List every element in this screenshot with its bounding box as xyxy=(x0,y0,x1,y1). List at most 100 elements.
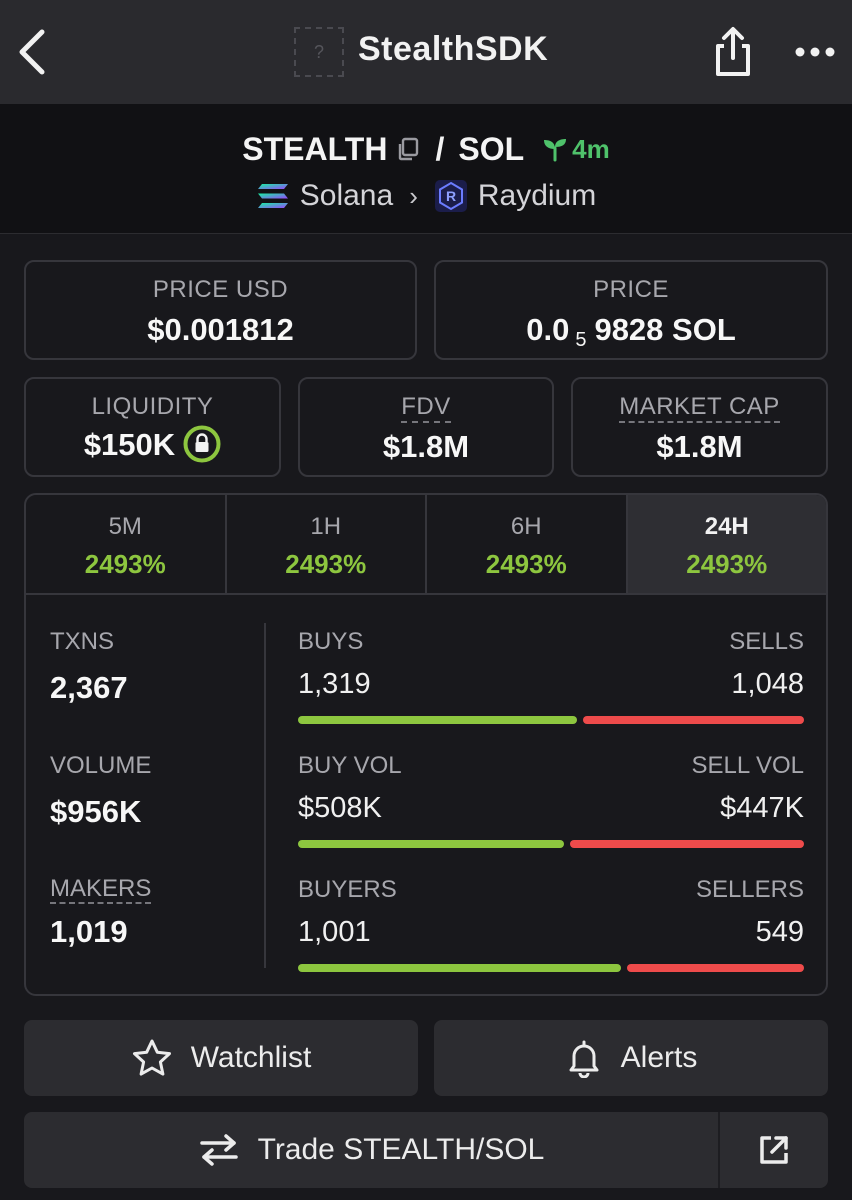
buys-sells-row: BUYS SELLS 1,319 1,048 xyxy=(298,628,804,724)
tab-change: 2493% xyxy=(686,549,768,579)
txns-value: 2,367 xyxy=(50,670,128,705)
watchlist-button[interactable]: Watchlist xyxy=(24,1020,418,1096)
price-usd-card: PRICE USD $0.001812 xyxy=(24,260,417,360)
base-token-symbol: STEALTH xyxy=(242,130,388,167)
more-dots-icon xyxy=(795,47,835,57)
buyers-value: 1,001 xyxy=(298,916,371,948)
alerts-button[interactable]: Alerts xyxy=(434,1020,828,1096)
chevron-left-icon xyxy=(19,29,45,75)
price-native-value: 0.0 5 9828 SOL xyxy=(436,312,826,352)
bell-icon xyxy=(569,1040,599,1078)
price-prefix: 0.0 xyxy=(526,312,570,347)
tab-change: 2493% xyxy=(285,549,367,579)
lock-icon[interactable] xyxy=(183,425,221,463)
pair-header: STEALTH / SOL 4m Solana › R Raydium xyxy=(0,104,852,234)
txns-label: TXNS xyxy=(50,628,115,655)
timeframe-tabs: 5M 2493% 1H 2493% 6H 2493% 24H 2493% xyxy=(26,495,826,595)
open-external-button[interactable] xyxy=(720,1112,828,1188)
price-zero-count: 5 xyxy=(575,329,587,351)
trade-label: Trade STEALTH/SOL xyxy=(257,1133,545,1166)
share-icon xyxy=(716,27,750,76)
copy-icon[interactable] xyxy=(395,136,421,162)
tab-label: 6H xyxy=(510,513,542,540)
makers-stat[interactable]: MAKERS 1,019 xyxy=(50,875,152,950)
chevron-right-icon: › xyxy=(409,180,418,211)
buyers-sellers-row: BUYERS SELLERS 1,001 549 xyxy=(298,876,804,972)
alerts-label: Alerts xyxy=(620,1041,698,1074)
sellers-value: 549 xyxy=(755,916,804,948)
liquidity-value-row: $150K xyxy=(26,425,279,463)
liquidity-label: LIQUIDITY xyxy=(91,393,214,420)
makers-value: 1,019 xyxy=(50,914,128,949)
market-cap-value: $1.8M xyxy=(656,429,743,464)
tab-6h[interactable]: 6H 2493% xyxy=(427,495,628,593)
quote-token-symbol: SOL xyxy=(458,130,525,167)
market-cap-label: MARKET CAP xyxy=(573,393,826,423)
pair-title-row: STEALTH / SOL 4m xyxy=(0,128,852,170)
more-options-button[interactable] xyxy=(790,30,840,74)
sellers-label: SELLERS xyxy=(695,876,804,903)
sell-vol-label: SELL VOL xyxy=(691,752,804,779)
volume-ratio-bar xyxy=(298,840,804,848)
price-suffix: 9828 SOL xyxy=(594,312,736,347)
sell-bar xyxy=(570,840,804,848)
price-usd-label: PRICE USD xyxy=(152,276,289,303)
token-logo-placeholder: ? xyxy=(294,27,344,77)
volume-stat: VOLUME $956K xyxy=(50,752,151,830)
buy-bar xyxy=(298,964,621,972)
market-cap-card[interactable]: MARKET CAP $1.8M xyxy=(571,377,828,477)
swap-arrows-icon xyxy=(199,1134,238,1166)
buys-label: BUYS xyxy=(298,628,364,655)
buy-bar xyxy=(298,840,564,848)
back-button[interactable] xyxy=(10,24,60,80)
top-bar: ? StealthSDK xyxy=(0,0,852,104)
tab-label: 1H xyxy=(310,513,342,540)
liquidity-card: LIQUIDITY $150K xyxy=(24,377,281,477)
fdv-value: $1.8M xyxy=(382,429,470,464)
sprout-icon xyxy=(544,139,567,162)
fdv-card[interactable]: FDV $1.8M xyxy=(298,377,554,477)
sell-bar xyxy=(583,716,804,724)
tab-5m[interactable]: 5M 2493% xyxy=(26,495,227,593)
buyers-ratio-bar xyxy=(298,964,804,972)
price-native-card: PRICE 0.0 5 9828 SOL xyxy=(434,260,828,360)
svg-text:R: R xyxy=(446,188,456,204)
buy-vol-value: $508K xyxy=(298,792,382,824)
share-button[interactable] xyxy=(710,24,756,80)
fdv-label: FDV xyxy=(300,393,552,423)
watchlist-label: Watchlist xyxy=(190,1041,312,1074)
sell-bar xyxy=(627,964,804,972)
chain-dex-breadcrumb: Solana › R Raydium xyxy=(0,174,852,218)
makers-label: MAKERS xyxy=(50,875,152,904)
stats-divider xyxy=(264,623,266,968)
dex-name[interactable]: Raydium xyxy=(478,179,596,213)
tab-label: 24H xyxy=(704,513,749,540)
trade-bar: Trade STEALTH/SOL xyxy=(24,1112,828,1188)
volume-value: $956K xyxy=(50,794,142,829)
tab-24h[interactable]: 24H 2493% xyxy=(627,495,826,593)
stats-panel: 5M 2493% 1H 2493% 6H 2493% 24H 2493% TXN… xyxy=(24,493,828,996)
buy-bar xyxy=(298,716,577,724)
buys-sells-ratio-bar xyxy=(298,716,804,724)
tab-change: 2493% xyxy=(485,549,567,579)
pair-age: 4m xyxy=(542,134,610,165)
buy-vol-label: BUY VOL xyxy=(298,752,402,779)
buys-value: 1,319 xyxy=(298,668,371,700)
tab-change: 2493% xyxy=(84,549,166,579)
token-name-title: StealthSDK xyxy=(358,30,549,68)
buyers-label: BUYERS xyxy=(298,876,397,903)
price-usd-value: $0.001812 xyxy=(147,312,294,347)
solana-icon xyxy=(257,184,288,208)
sells-value: 1,048 xyxy=(731,668,804,700)
pair-age-value: 4m xyxy=(572,133,610,164)
star-icon xyxy=(132,1039,171,1076)
external-link-icon xyxy=(760,1136,788,1164)
volume-split-row: BUY VOL SELL VOL $508K $447K xyxy=(298,752,804,848)
volume-label: VOLUME xyxy=(50,752,152,779)
trade-button[interactable]: Trade STEALTH/SOL xyxy=(24,1112,718,1188)
price-native-label: PRICE xyxy=(593,276,669,303)
tab-label: 5M xyxy=(108,513,142,540)
tab-1h[interactable]: 1H 2493% xyxy=(227,495,427,593)
sell-vol-value: $447K xyxy=(720,792,804,824)
chain-name[interactable]: Solana xyxy=(300,179,393,213)
